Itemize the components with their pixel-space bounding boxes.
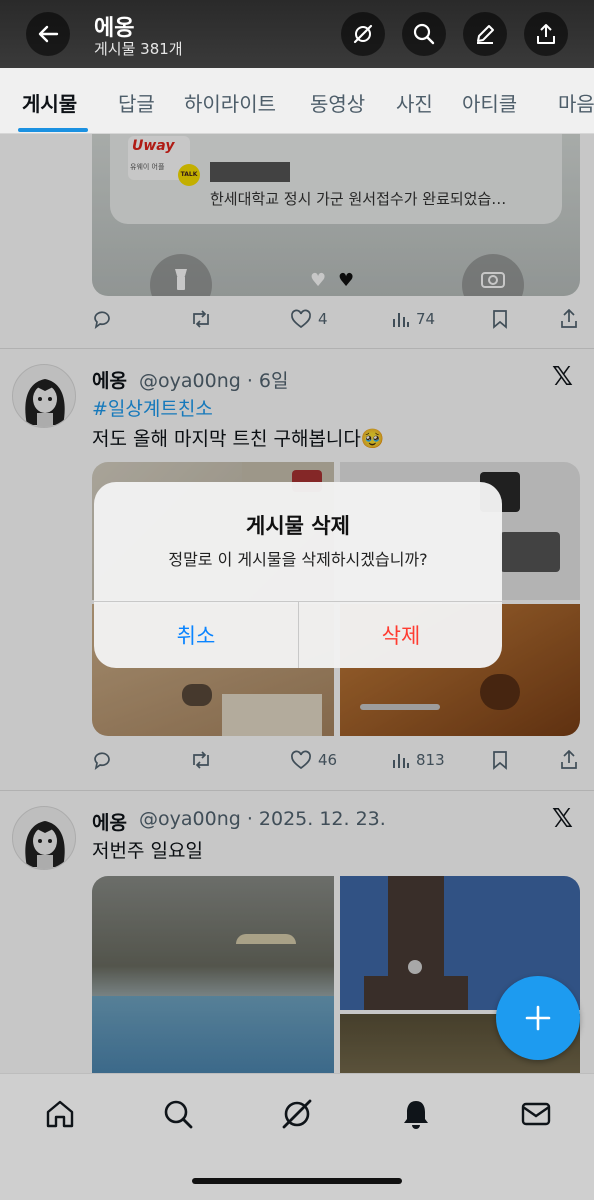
grok-icon (282, 1099, 312, 1129)
home-icon (46, 1100, 74, 1128)
messages-icon (521, 1102, 551, 1126)
delete-button[interactable]: 삭제 (299, 602, 502, 668)
back-button[interactable] (26, 12, 70, 56)
nav-search[interactable] (158, 1094, 198, 1134)
dialog-message: 정말로 이 게시물을 삭제하시겠습니까? (168, 550, 428, 569)
grok-icon (353, 24, 373, 44)
share-icon (537, 24, 555, 44)
search-icon (164, 1100, 193, 1129)
edit-button[interactable] (463, 12, 507, 56)
share-profile-button[interactable] (524, 12, 568, 56)
home-indicator (192, 1178, 402, 1184)
profile-header: 에옹 게시물 381개 (0, 0, 594, 68)
dialog-title: 게시물 삭제 (246, 514, 350, 538)
nav-home[interactable] (40, 1094, 80, 1134)
profile-page: Uway 유웨이 어플 TALK 한세대학교 정시 가군 원서접수가 완료되었습… (0, 0, 594, 1200)
plus-icon (525, 1005, 551, 1031)
edit-icon (477, 25, 494, 44)
grok-button[interactable] (341, 12, 385, 56)
tabs-dim (0, 68, 594, 134)
search-icon (413, 23, 435, 45)
nav-notifications[interactable] (396, 1094, 436, 1134)
cancel-button[interactable]: 취소 (94, 602, 298, 668)
post-count: 게시물 381개 (94, 40, 183, 58)
back-arrow-icon (38, 25, 59, 43)
compose-button[interactable] (496, 976, 580, 1060)
search-button[interactable] (402, 12, 446, 56)
nav-messages[interactable] (516, 1094, 556, 1134)
nav-grok[interactable] (277, 1094, 317, 1134)
notifications-icon (404, 1101, 428, 1129)
delete-confirm-dialog: 게시물 삭제 정말로 이 게시물을 삭제하시겠습니까? 취소 삭제 (94, 482, 502, 668)
